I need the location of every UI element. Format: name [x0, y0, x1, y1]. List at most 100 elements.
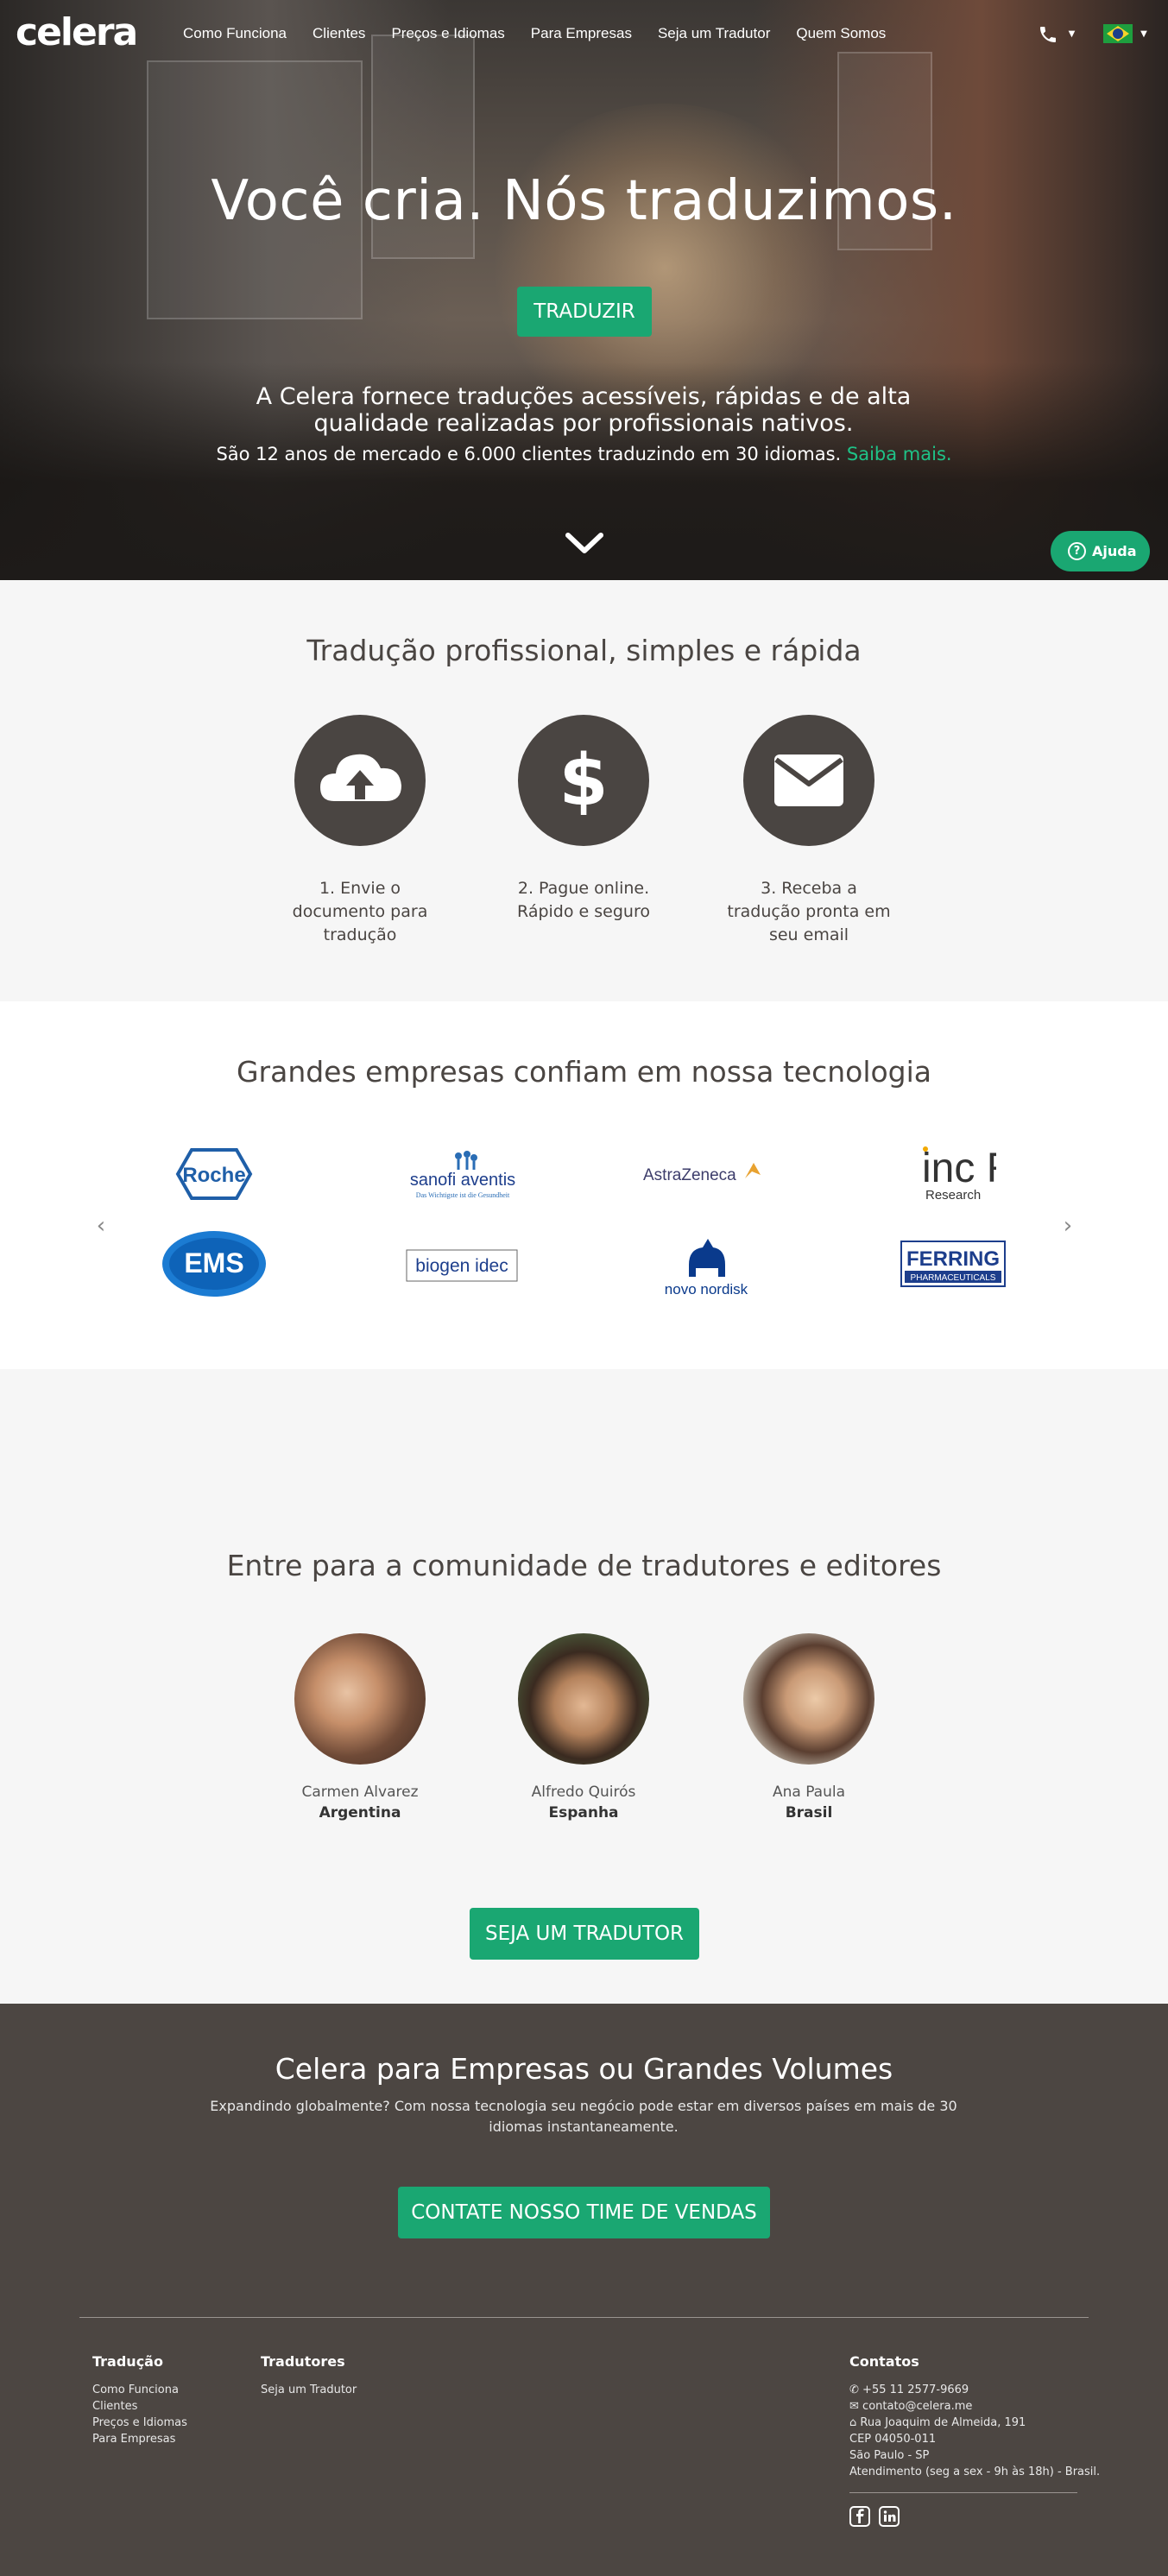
contact-address-text: Rua Joaquim de Almeida, 191 [860, 2416, 1026, 2429]
dollar-icon: $ [559, 740, 608, 822]
translator-country: Argentina [319, 1804, 401, 1822]
enterprise-title: Celera para Empresas ou Grandes Volumes [275, 2052, 893, 2086]
top-navigation: celera Como Funciona Clientes Preços e I… [0, 0, 1168, 67]
community-title: Entre para a comunidade de tradutores e … [226, 1549, 942, 1582]
footer-link-precos-idiomas[interactable]: Preços e Idiomas [92, 2415, 187, 2431]
hero-section: celera Como Funciona Clientes Preços e I… [0, 0, 1168, 580]
step-label: 3. Receba a tradução pronta em seu email [727, 879, 891, 944]
client-logo-roche: Roche [136, 1140, 292, 1209]
svg-text:sanofi aventis: sanofi aventis [410, 1171, 515, 1190]
phone-dropdown[interactable]: ▼ [1038, 21, 1081, 47]
hero-stats-line: São 12 anos de mercado e 6.000 clientes … [0, 444, 1168, 464]
hero-stats-text: São 12 anos de mercado e 6.000 clientes … [216, 444, 842, 464]
translator-country: Brasil [785, 1804, 833, 1822]
translator-name: Alfredo Quirós [531, 1784, 636, 1801]
footer-link-como-funciona[interactable]: Como Funciona [92, 2382, 187, 2398]
svg-text:novo nordisk: novo nordisk [665, 1281, 748, 1297]
phone-icon [1040, 27, 1056, 42]
step-label: 2. Pague online. Rápido e seguro [517, 879, 650, 921]
home-icon: ⌂ [849, 2416, 857, 2429]
caret-down-icon: ▼ [1068, 29, 1076, 39]
enterprise-description: Expandindo globalmente? Com nossa tecnol… [210, 2098, 957, 2135]
footer-heading: Tradutores [261, 2353, 345, 2370]
contact-address: ⌂ Rua Joaquim de Almeida, 191 [849, 2415, 1100, 2431]
hero-subtitle: A Celera fornece traduções acessíveis, r… [256, 383, 912, 437]
scroll-down-chevron-icon[interactable] [565, 525, 604, 559]
client-logo-novo-nordisk: novo nordisk [628, 1229, 784, 1298]
client-logo-sanofi: sanofi aventis Das Wichtigste ist die Ge… [385, 1140, 540, 1209]
contact-sales-button[interactable]: CONTATE NOSSO TIME DE VENDAS [398, 2187, 770, 2238]
contact-city: São Paulo - SP [849, 2449, 930, 2462]
step-receive: 3. Receba a tradução pronta em seu email [723, 715, 895, 947]
steps-title: Tradução profissional, simples e rápida [306, 634, 862, 667]
footer-column-tradutores: Tradutores Seja um Tradutor [261, 2353, 357, 2398]
language-dropdown[interactable]: ▼ [1103, 24, 1155, 45]
svg-text:Research: Research [925, 1188, 981, 1203]
learn-more-link[interactable]: Saiba mais. [847, 444, 952, 464]
carousel-prev-chevron-icon[interactable]: ‹ [88, 1213, 114, 1239]
envelope-icon: ✉ [849, 2400, 859, 2413]
nav-link-como-funciona[interactable]: Como Funciona [183, 25, 287, 42]
translator-name: Carmen Alvarez [301, 1784, 419, 1801]
linkedin-icon[interactable] [879, 2506, 900, 2527]
contact-phone[interactable]: ✆ +55 11 2577-9669 [849, 2382, 1100, 2398]
contact-hours: Atendimento (seg a sex - 9h às 18h) - Br… [849, 2466, 1101, 2478]
step-circle [294, 715, 426, 846]
step-payment: $ 2. Pague online. Rápido e seguro [497, 715, 670, 924]
envelope-icon [774, 754, 843, 806]
phone-icon: ✆ [849, 2383, 859, 2396]
footer-heading: Contatos [849, 2353, 919, 2370]
question-icon: ? [1068, 542, 1086, 560]
contact-email[interactable]: ✉ contato@celera.me [849, 2398, 1100, 2415]
nav-link-clientes[interactable]: Clientes [313, 25, 365, 42]
svg-text:$: $ [559, 740, 608, 822]
client-logo-inc-research: inc Research Research [875, 1140, 1031, 1209]
nav-links: Como Funciona Clientes Preços e Idiomas … [183, 25, 912, 42]
avatar [743, 1633, 874, 1765]
footer-column-traducao: Tradução Como Funciona Clientes Preços e… [92, 2353, 187, 2447]
translator-card: Alfredo Quirós Espanha [497, 1633, 670, 1822]
celera-logo[interactable]: celera [16, 12, 138, 54]
svg-text:PHARMACEUTICALS: PHARMACEUTICALS [911, 1273, 996, 1283]
svg-text:FERRING: FERRING [906, 1247, 1000, 1271]
client-logo-ems: EMS [136, 1229, 292, 1298]
footer-heading: Tradução [92, 2353, 163, 2370]
carousel-next-chevron-icon[interactable]: › [1055, 1213, 1081, 1239]
become-translator-button[interactable]: SEJA UM TRADUTOR [470, 1908, 699, 1960]
community-section: Entre para a comunidade de tradutores e … [0, 1369, 1168, 2004]
svg-text:biogen idec: biogen idec [415, 1256, 508, 1276]
facebook-icon[interactable] [849, 2506, 870, 2527]
contact-email-text: contato@celera.me [862, 2400, 973, 2413]
avatar [518, 1633, 649, 1765]
contact-cep: CEP 04050-011 [849, 2433, 937, 2446]
how-it-works-section: Tradução profissional, simples e rápida … [0, 580, 1168, 1001]
help-button[interactable]: ? Ajuda [1051, 531, 1150, 571]
svg-text:Roche: Roche [182, 1164, 245, 1187]
footer-column-contatos: Contatos ✆ +55 11 2577-9669 ✉ contato@ce… [849, 2353, 1100, 2493]
clients-title: Grandes empresas confiam em nossa tecnol… [236, 1055, 932, 1089]
step-circle [743, 715, 874, 846]
footer-link-seja-tradutor[interactable]: Seja um Tradutor [261, 2382, 357, 2398]
nav-link-seja-tradutor[interactable]: Seja um Tradutor [658, 25, 770, 42]
footer-link-para-empresas[interactable]: Para Empresas [92, 2431, 187, 2447]
client-logo-astrazeneca: AstraZeneca [628, 1140, 784, 1209]
svg-text:EMS: EMS [184, 1247, 243, 1279]
hero-title: Você cria. Nós traduzimos. [211, 169, 957, 233]
nav-link-para-empresas[interactable]: Para Empresas [531, 25, 632, 42]
avatar [294, 1633, 426, 1765]
translate-button[interactable]: TRADUZIR [517, 287, 652, 337]
brazil-flag-icon [1103, 24, 1133, 43]
nav-link-precos-idiomas[interactable]: Preços e Idiomas [391, 25, 504, 42]
footer-link-clientes[interactable]: Clientes [92, 2398, 187, 2415]
client-logo-ferring: FERRING PHARMACEUTICALS [875, 1229, 1031, 1298]
clients-section: Grandes empresas confiam em nossa tecnol… [0, 1001, 1168, 1369]
translator-name: Ana Paula [772, 1784, 846, 1801]
nav-link-quem-somos[interactable]: Quem Somos [796, 25, 886, 42]
step-circle: $ [518, 715, 649, 846]
step-label: 1. Envie o documento para tradução [292, 879, 428, 944]
svg-text:Das Wichtigste ist die Gesundh: Das Wichtigste ist die Gesundheit [416, 1191, 510, 1199]
step-upload: 1. Envie o documento para tradução [274, 715, 446, 947]
contact-phone-text: +55 11 2577-9669 [862, 2383, 969, 2396]
translator-country: Espanha [548, 1804, 619, 1822]
footer-divider [79, 2317, 1089, 2318]
